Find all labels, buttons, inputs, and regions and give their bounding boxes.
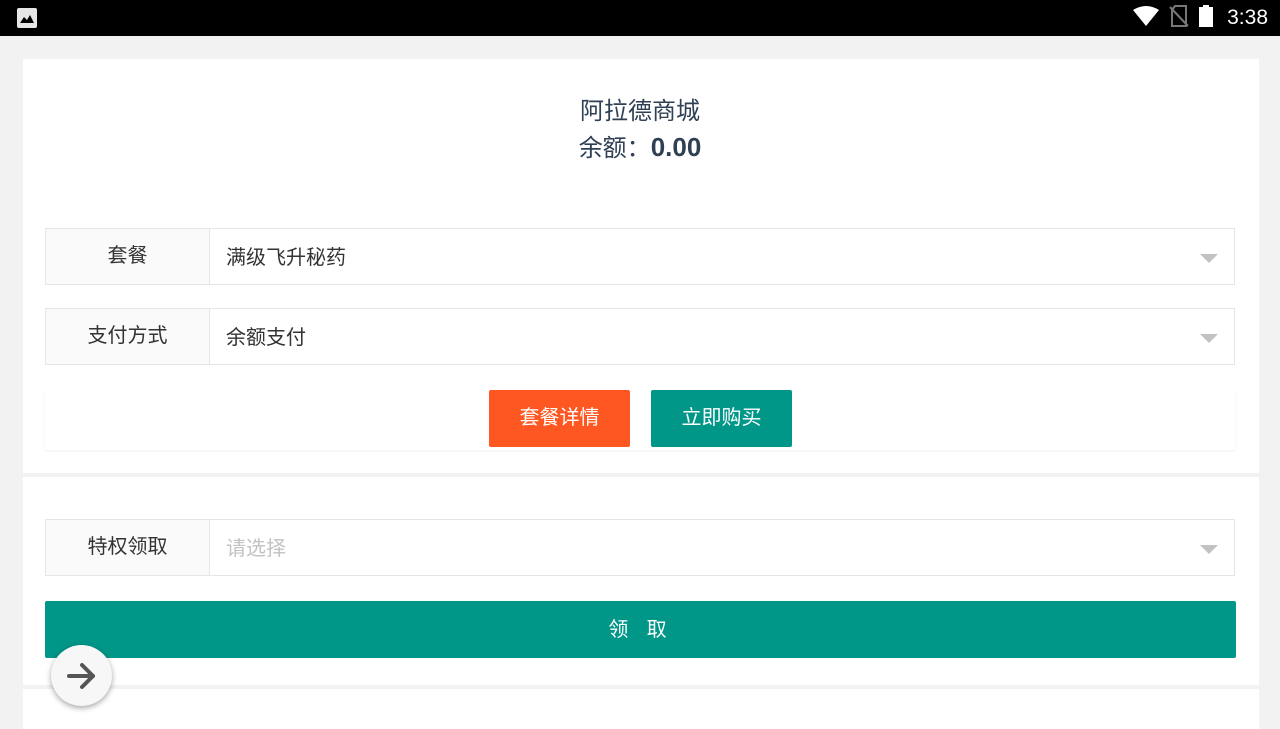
buy-now-button[interactable]: 立即购买: [651, 390, 792, 447]
battery-icon: [1199, 5, 1214, 31]
wifi-icon: [1133, 6, 1160, 30]
no-sim-icon: [1169, 5, 1189, 31]
chevron-down-icon[interactable]: [1200, 254, 1218, 263]
privilege-placeholder[interactable]: 请选择: [226, 520, 286, 575]
package-value[interactable]: 满级飞升秘药: [226, 229, 346, 284]
chevron-down-icon[interactable]: [1200, 545, 1218, 554]
package-label: 套餐: [46, 229, 210, 284]
shop-title: 阿拉德商城: [580, 97, 700, 125]
privilege-select[interactable]: 特权领取 请选择: [45, 519, 1235, 576]
balance-display: 余额：0.00: [0, 130, 1280, 165]
arrow-right-icon: [67, 663, 95, 689]
package-details-button[interactable]: 套餐详情: [489, 390, 630, 447]
bottom-card: [23, 689, 1259, 729]
payment-label: 支付方式: [46, 309, 210, 364]
claim-button[interactable]: 领 取: [45, 601, 1236, 658]
payment-value[interactable]: 余额支付: [226, 309, 306, 364]
privilege-label: 特权领取: [46, 520, 210, 575]
status-bar: 3:38: [0, 0, 1280, 36]
floating-arrow-button[interactable]: [51, 645, 112, 706]
button-bar: [45, 390, 1235, 450]
payment-method-select[interactable]: 支付方式 余额支付: [45, 308, 1235, 365]
status-icons: 3:38: [1133, 0, 1268, 36]
balance-value: 0.00: [650, 132, 702, 162]
balance-label: 余额：: [578, 134, 651, 162]
chevron-down-icon[interactable]: [1200, 334, 1218, 343]
image-notification-icon: [17, 8, 37, 28]
package-select[interactable]: 套餐 满级飞升秘药: [45, 228, 1235, 285]
clock: 3:38: [1227, 6, 1268, 29]
